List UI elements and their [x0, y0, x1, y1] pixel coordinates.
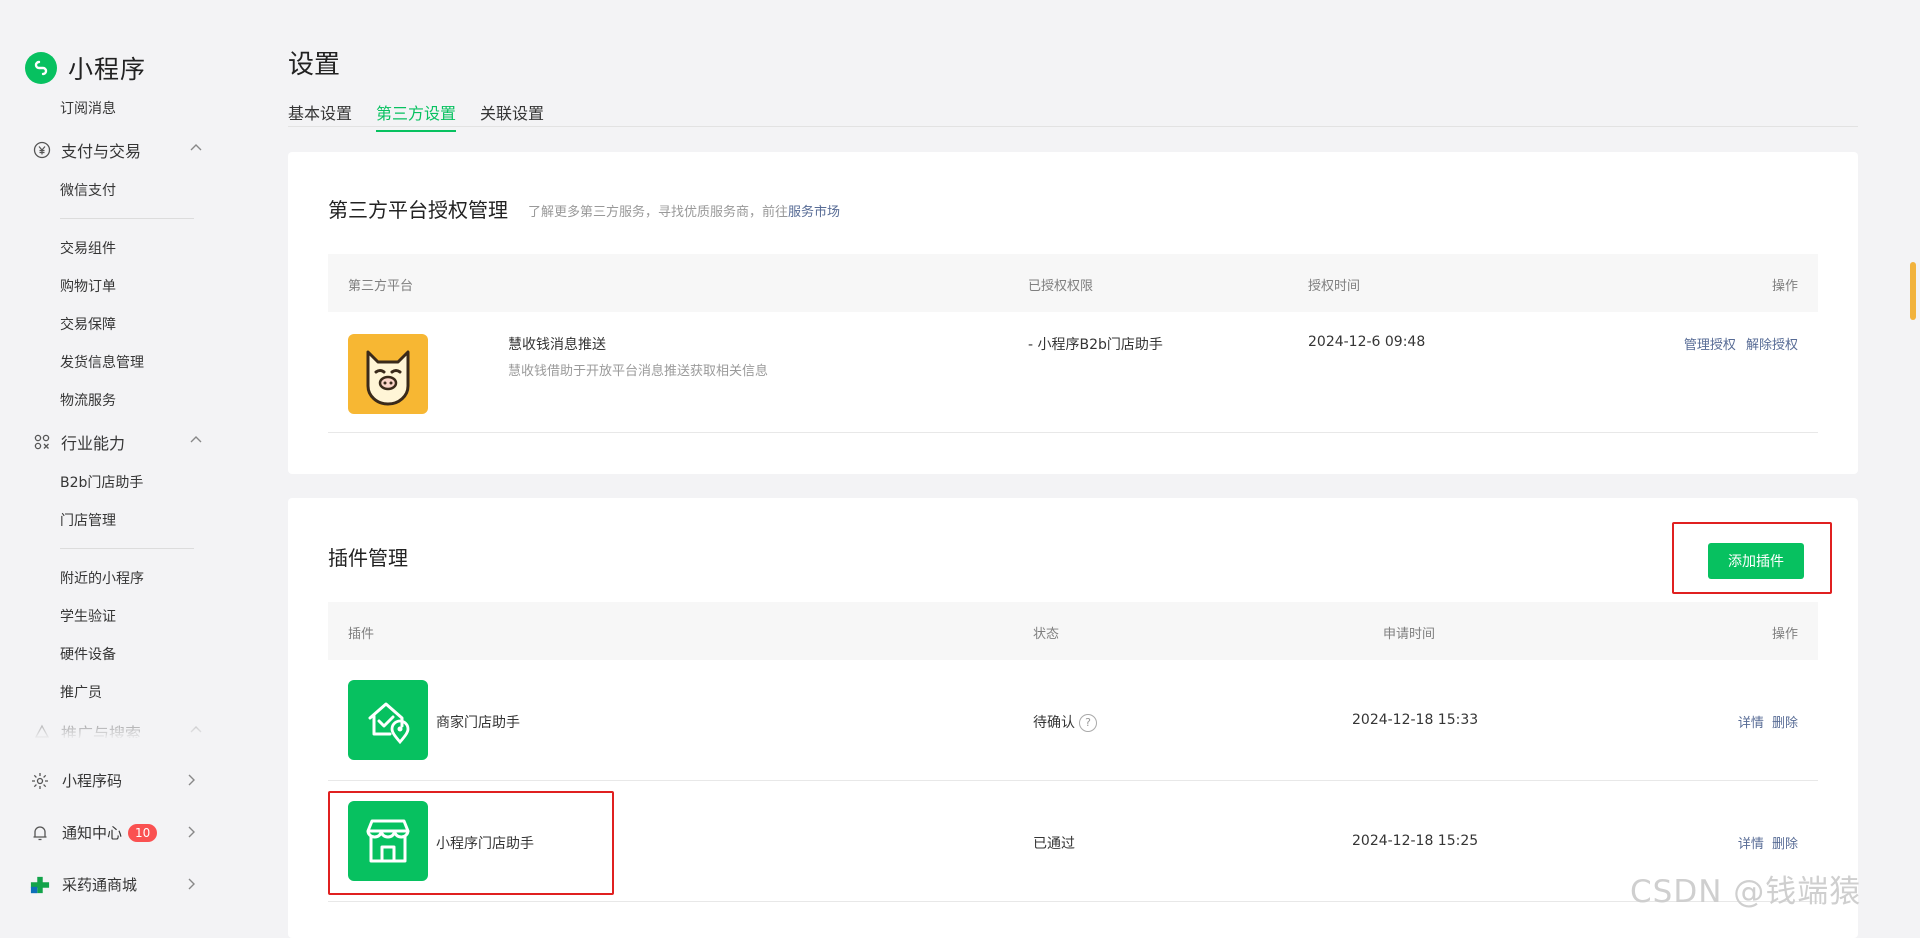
- plugin-apply-time: 2024-12-18 15:33: [1352, 712, 1479, 728]
- sidebar-item-notification-center[interactable]: 通知中心 10: [30, 822, 196, 843]
- yen-icon: [33, 141, 51, 159]
- chevron-right-icon: [188, 878, 195, 890]
- sidebar-item-orders[interactable]: 购物订单: [60, 276, 116, 296]
- sidebar-bottom-label: 采药通商城: [62, 876, 138, 894]
- sidebar-group-payment[interactable]: 支付与交易: [33, 138, 203, 162]
- plugin-detail-link[interactable]: 详情: [1738, 837, 1764, 852]
- third-party-name: 慧收钱消息推送: [508, 337, 606, 353]
- sidebar-item-student-verify[interactable]: 学生验证: [60, 606, 116, 626]
- sidebar-group-industry[interactable]: 行业能力: [33, 430, 203, 454]
- plugin-management-card: 插件管理 添加插件 插件 状态 申请时间 操作 商家门店助手 待确认? 2024…: [288, 498, 1858, 938]
- chevron-right-icon: [188, 826, 195, 838]
- sidebar-divider: [60, 548, 194, 549]
- plugin-name: 小程序门店助手: [436, 836, 534, 852]
- column-header-actions: 操作: [1771, 279, 1798, 294]
- sidebar-item-trade-component[interactable]: 交易组件: [60, 238, 116, 258]
- page-title: 设置: [288, 50, 341, 80]
- sidebar-group-promotion[interactable]: 推广与搜索: [33, 720, 203, 738]
- sidebar-item-wechat-pay[interactable]: 微信支付: [60, 180, 116, 200]
- notification-count-badge: 10: [128, 823, 158, 842]
- medical-cross-icon: [30, 875, 50, 895]
- plugin-apply-time: 2024-12-18 15:25: [1352, 833, 1479, 849]
- sidebar-bottom-label: 通知中心: [62, 824, 123, 842]
- plugin-status: 待确认?: [1033, 712, 1097, 732]
- plugin-delete-link[interactable]: 删除: [1772, 716, 1798, 731]
- row-actions: 管理授权 解除授权: [1684, 334, 1798, 353]
- plugin-status-text: 待确认: [1033, 715, 1075, 731]
- sidebar-group-label: 支付与交易: [61, 142, 142, 161]
- sidebar-group-label: 推广与搜索: [61, 724, 142, 738]
- watermark-text: CSDN @钱端猿: [1630, 874, 1862, 910]
- storefront-icon: [348, 801, 428, 881]
- third-party-table-header: 第三方平台 已授权权限 授权时间 操作: [328, 254, 1818, 312]
- service-market-link[interactable]: 服务市场: [788, 205, 840, 220]
- column-header-actions: 操作: [1771, 627, 1798, 642]
- tab-basic-settings[interactable]: 基本设置: [288, 100, 352, 132]
- sidebar-item-nearby-mini-program[interactable]: 附近的小程序: [60, 568, 144, 588]
- chevron-up-icon[interactable]: [189, 434, 203, 444]
- mini-program-logo-icon: [25, 52, 57, 84]
- industry-nodes-icon: [34, 434, 50, 450]
- sidebar-item-subscribe-msg[interactable]: 订阅消息: [60, 98, 116, 118]
- column-header-permission: 已授权权限: [1028, 279, 1094, 294]
- add-plugin-button[interactable]: 添加插件: [1708, 543, 1804, 579]
- sidebar: 小程序 订阅消息 支付与交易 微信支付 交易组件 购物订单 交易保障 发货信息管…: [0, 0, 226, 919]
- chevron-up-icon[interactable]: [189, 142, 203, 152]
- page-scrollbar-thumb[interactable]: [1910, 262, 1916, 320]
- sidebar-item-logistics[interactable]: 物流服务: [60, 390, 116, 410]
- sidebar-item-pharma-mall[interactable]: 采药通商城: [30, 874, 196, 895]
- column-header-auth-time: 授权时间: [1308, 279, 1361, 294]
- plugin-delete-link[interactable]: 删除: [1772, 837, 1798, 852]
- manage-authorization-link[interactable]: 管理授权: [1684, 338, 1736, 353]
- column-header-apply-time: 申请时间: [1383, 627, 1436, 642]
- third-party-section-title: 第三方平台授权管理: [328, 198, 508, 222]
- authorized-permission: - 小程序B2b门店助手: [1028, 337, 1163, 353]
- pig-face-icon: [348, 334, 428, 414]
- app-name: 小程序: [68, 55, 147, 84]
- sparkle-icon: [30, 771, 50, 791]
- column-header-status: 状态: [1033, 627, 1060, 642]
- authorization-time: 2024-12-6 09:48: [1308, 334, 1426, 350]
- column-header-platform: 第三方平台: [348, 279, 414, 294]
- sidebar-item-hardware[interactable]: 硬件设备: [60, 644, 116, 664]
- sidebar-group-label: 行业能力: [61, 434, 126, 453]
- revoke-authorization-link[interactable]: 解除授权: [1746, 338, 1798, 353]
- third-party-auth-card: 第三方平台授权管理 了解更多第三方服务，寻找优质服务商，前往服务市场 第三方平台…: [288, 152, 1858, 474]
- settings-tabs: 基本设置 第三方设置 关联设置: [288, 100, 568, 132]
- sidebar-divider: [60, 218, 194, 219]
- column-header-plugin: 插件: [348, 627, 375, 642]
- help-question-icon[interactable]: ?: [1079, 714, 1097, 732]
- plugin-table-header: 插件 状态 申请时间 操作: [328, 602, 1818, 660]
- row-actions: 详情 删除: [1738, 833, 1798, 852]
- third-party-row-description: 慧收钱借助于开放平台消息推送获取相关信息: [508, 364, 769, 379]
- sidebar-item-trade-guarantee[interactable]: 交易保障: [60, 314, 116, 334]
- plugin-status: 已通过: [1033, 836, 1075, 852]
- sidebar-item-promoter[interactable]: 推广员: [60, 682, 102, 702]
- plugin-detail-link[interactable]: 详情: [1738, 716, 1764, 731]
- third-party-description: 了解更多第三方服务，寻找优质服务商，前往服务市场: [528, 201, 840, 220]
- sidebar-nav[interactable]: 订阅消息 支付与交易 微信支付 交易组件 购物订单 交易保障 发货信息管理 物流…: [0, 88, 226, 738]
- chevron-right-icon: [188, 774, 195, 786]
- third-party-description-text: 了解更多第三方服务，寻找优质服务商，前往: [528, 205, 789, 220]
- sidebar-item-qrcode[interactable]: 小程序码: [30, 770, 196, 791]
- tab-related-settings[interactable]: 关联设置: [480, 100, 544, 132]
- chevron-up-icon[interactable]: [189, 724, 203, 734]
- sidebar-item-shipping-info[interactable]: 发货信息管理: [60, 352, 144, 372]
- table-row: 商家门店助手 待确认? 2024-12-18 15:33 详情 删除: [328, 660, 1818, 781]
- table-row: 慧收钱消息推送 慧收钱借助于开放平台消息推送获取相关信息 - 小程序B2b门店助…: [328, 312, 1818, 433]
- row-actions: 详情 删除: [1738, 712, 1798, 731]
- plugin-section-title: 插件管理: [328, 546, 408, 570]
- sidebar-bottom-label: 小程序码: [62, 772, 123, 790]
- table-row: 小程序门店助手 已通过 2024-12-18 15:25 详情 删除: [328, 781, 1818, 902]
- sidebar-item-b2b-store-assistant[interactable]: B2b门店助手: [60, 472, 143, 492]
- app-logo[interactable]: 小程序: [25, 50, 146, 86]
- triangle-icon: [34, 724, 50, 738]
- bell-icon: [30, 823, 50, 843]
- house-location-icon: [348, 680, 428, 760]
- tabs-divider: [288, 126, 1858, 127]
- tab-third-party-settings[interactable]: 第三方设置: [376, 100, 457, 132]
- plugin-name: 商家门店助手: [436, 715, 520, 731]
- sidebar-item-store-management[interactable]: 门店管理: [60, 510, 116, 530]
